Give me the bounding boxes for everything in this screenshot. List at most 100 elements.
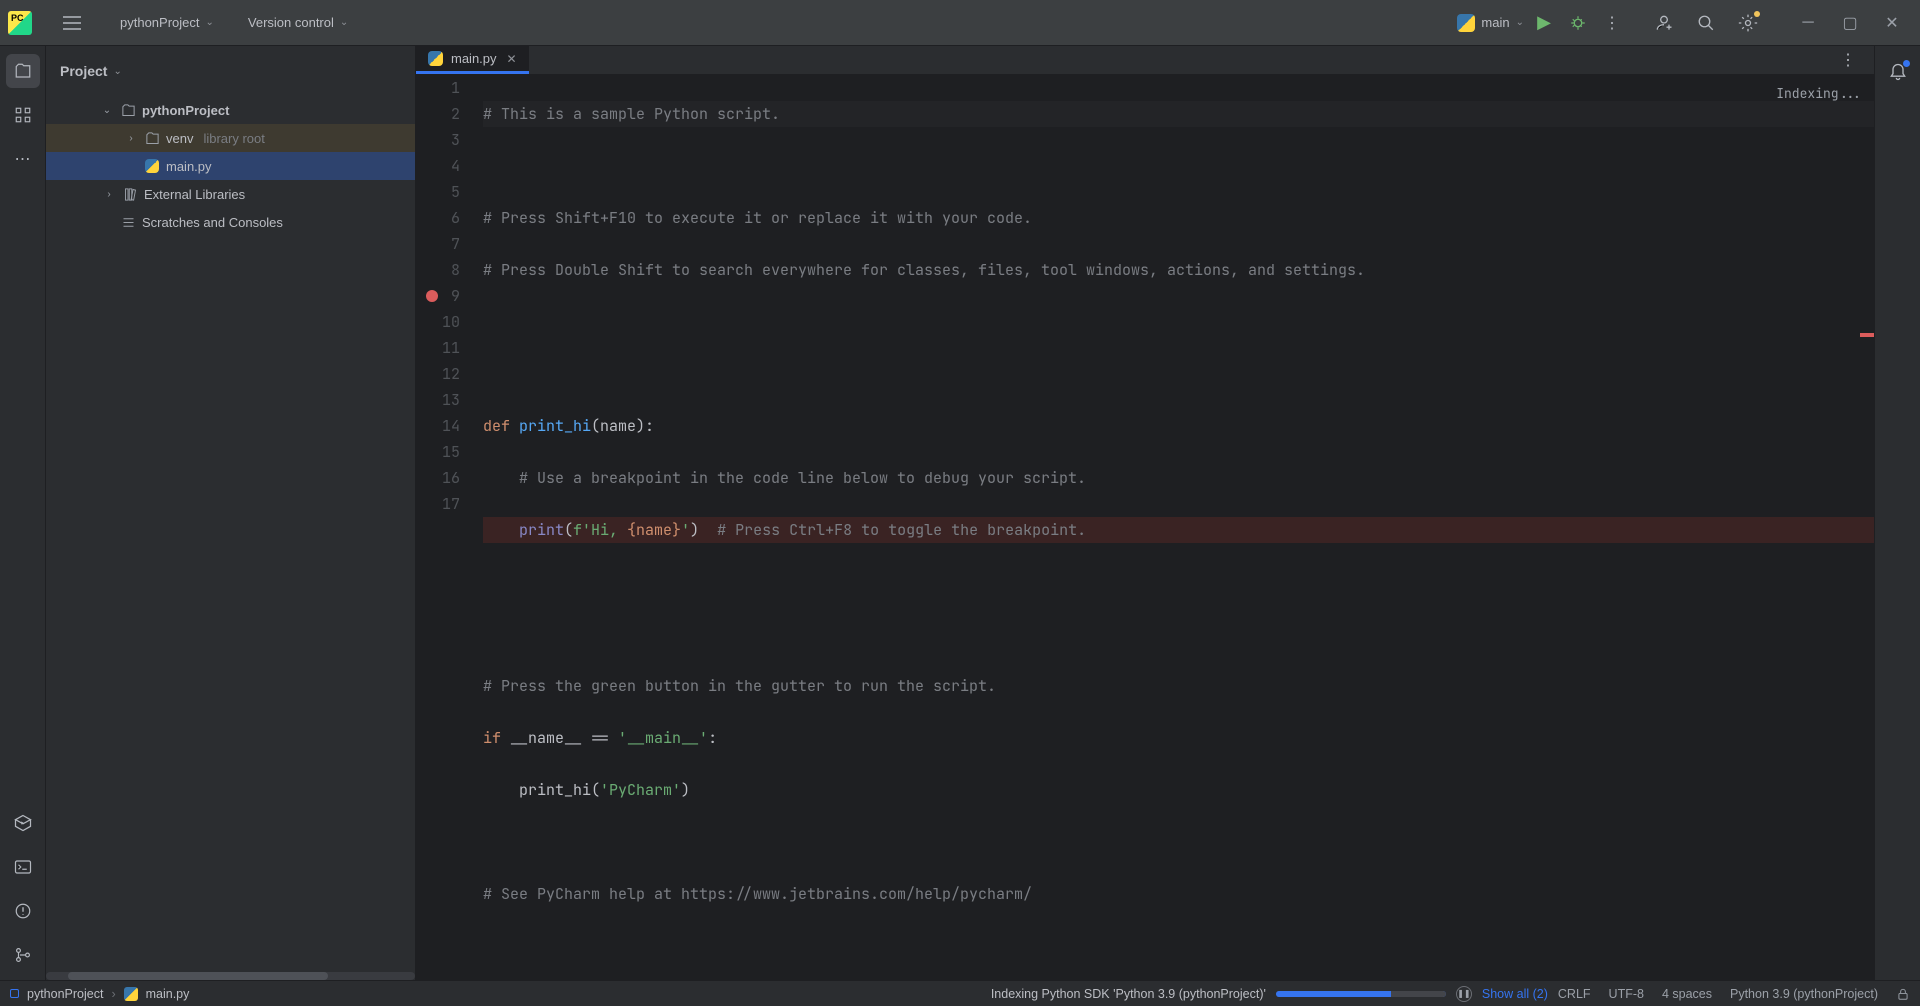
debug-button[interactable] xyxy=(1564,9,1592,37)
notifications-button[interactable] xyxy=(1888,62,1908,82)
editor-more-button[interactable]: ⋮ xyxy=(1834,46,1862,74)
status-interpreter[interactable]: Python 3.9 (pythonProject) xyxy=(1730,987,1878,1001)
tree-item-tag: library root xyxy=(203,131,264,146)
line-number[interactable]: 10 xyxy=(416,309,460,335)
module-icon xyxy=(10,989,19,998)
chevron-down-icon: ⌄ xyxy=(206,17,214,28)
line-number[interactable]: 3 xyxy=(416,127,460,153)
notification-dot-icon xyxy=(1903,60,1910,67)
run-button[interactable]: ▶ xyxy=(1530,9,1558,37)
tree-item-label: venv xyxy=(166,131,193,146)
nav-breadcrumb[interactable]: pythonProject › main.py xyxy=(10,987,189,1001)
more-run-options-button[interactable]: ⋮ xyxy=(1598,9,1626,37)
line-number[interactable]: 5 xyxy=(416,179,460,205)
left-tool-rail: ⋯ xyxy=(0,46,46,980)
tree-item-label: External Libraries xyxy=(144,187,245,202)
show-all-processes-link[interactable]: Show all (2) xyxy=(1482,987,1548,1001)
python-icon xyxy=(1457,14,1475,32)
breakpoint-icon[interactable] xyxy=(426,290,438,302)
notification-dot-icon xyxy=(1754,11,1760,17)
tree-external-libraries[interactable]: › External Libraries xyxy=(46,180,415,208)
editor-tab-label: main.py xyxy=(451,51,497,66)
line-number[interactable]: 12 xyxy=(416,361,460,387)
tree-main-file[interactable]: main.py xyxy=(46,152,415,180)
indexing-progress-bar xyxy=(1276,991,1446,997)
editor-tabs: main.py ✕ ⋮ xyxy=(416,46,1874,75)
project-panel: Project ⌄ ⌄ pythonProject › venv library… xyxy=(46,46,416,980)
more-tools-button[interactable]: ⋯ xyxy=(6,142,40,176)
folder-icon xyxy=(120,103,136,118)
structure-tool-button[interactable] xyxy=(6,98,40,132)
tree-item-label: pythonProject xyxy=(142,103,229,118)
settings-button[interactable] xyxy=(1734,9,1762,37)
chevron-down-icon: ⌄ xyxy=(340,17,348,28)
line-number[interactable]: 16 xyxy=(416,465,460,491)
project-tree[interactable]: ⌄ pythonProject › venv library root main… xyxy=(46,96,415,972)
run-config-selector[interactable]: main ⌄ xyxy=(1457,14,1524,32)
python-file-icon xyxy=(144,159,160,173)
status-line-separator[interactable]: CRLF xyxy=(1558,987,1591,1001)
breadcrumb-project[interactable]: pythonProject xyxy=(27,987,103,1001)
folder-icon xyxy=(144,131,160,146)
project-tool-button[interactable] xyxy=(6,54,40,88)
tree-item-label: main.py xyxy=(166,159,212,174)
version-control-dropdown[interactable]: Version control ⌄ xyxy=(238,11,358,34)
chevron-down-icon: ⌄ xyxy=(1516,17,1524,28)
run-config-name: main xyxy=(1481,15,1509,30)
right-tool-rail xyxy=(1874,46,1920,980)
line-number[interactable]: 15 xyxy=(416,439,460,465)
tree-scratches[interactable]: Scratches and Consoles xyxy=(46,208,415,236)
readonly-lock-icon[interactable] xyxy=(1896,987,1910,1001)
code-content[interactable]: # This is a sample Python script. # Pres… xyxy=(478,75,1874,980)
line-number[interactable]: 17 xyxy=(416,491,460,517)
line-number[interactable]: 6 xyxy=(416,205,460,231)
project-name: pythonProject xyxy=(120,15,200,30)
editor-area: main.py ✕ ⋮ Indexing... 1 2 3 4 5 6 7 8 … xyxy=(416,46,1874,980)
python-file-icon xyxy=(428,51,443,66)
line-number[interactable]: 4 xyxy=(416,153,460,179)
breadcrumb-file[interactable]: main.py xyxy=(146,987,190,1001)
editor-tab-main[interactable]: main.py ✕ xyxy=(416,46,529,74)
chevron-down-icon[interactable]: ⌄ xyxy=(113,66,121,77)
status-bar: pythonProject › main.py Indexing Python … xyxy=(0,980,1920,1006)
code-editor[interactable]: Indexing... 1 2 3 4 5 6 7 8 9 10 11 12 1… xyxy=(416,75,1874,980)
terminal-tool-button[interactable] xyxy=(6,850,40,884)
line-number[interactable]: 9 xyxy=(416,283,460,309)
maximize-window-button[interactable]: ▢ xyxy=(1830,9,1870,37)
pycharm-logo-icon xyxy=(8,11,32,35)
project-panel-title: Project xyxy=(60,63,107,79)
line-number[interactable]: 11 xyxy=(416,335,460,361)
python-file-icon xyxy=(124,987,138,1001)
expand-icon[interactable]: › xyxy=(102,189,116,200)
editor-gutter[interactable]: 1 2 3 4 5 6 7 8 9 10 11 12 13 14 15 16 1… xyxy=(416,75,478,980)
line-number[interactable]: 14 xyxy=(416,413,460,439)
minimize-window-button[interactable]: ─ xyxy=(1788,9,1828,37)
close-tab-button[interactable]: ✕ xyxy=(507,52,517,66)
vcs-label: Version control xyxy=(248,15,334,30)
vcs-tool-button[interactable] xyxy=(6,938,40,972)
status-encoding[interactable]: UTF-8 xyxy=(1609,987,1644,1001)
tree-venv-folder[interactable]: › venv library root xyxy=(46,124,415,152)
tree-project-root[interactable]: ⌄ pythonProject xyxy=(46,96,415,124)
search-button[interactable] xyxy=(1692,9,1720,37)
title-bar: pythonProject ⌄ Version control ⌄ main ⌄… xyxy=(0,0,1920,46)
problems-tool-button[interactable] xyxy=(6,894,40,928)
project-dropdown[interactable]: pythonProject ⌄ xyxy=(110,11,224,34)
code-with-me-button[interactable] xyxy=(1650,9,1678,37)
indexing-status-text: Indexing Python SDK 'Python 3.9 (pythonP… xyxy=(991,987,1266,1001)
scratches-icon xyxy=(120,215,136,230)
collapse-icon[interactable]: ⌄ xyxy=(100,105,114,116)
line-number[interactable]: 1 xyxy=(416,75,460,101)
main-menu-button[interactable] xyxy=(58,9,86,37)
horizontal-scrollbar[interactable] xyxy=(46,972,415,980)
line-number[interactable]: 13 xyxy=(416,387,460,413)
pause-indexing-button[interactable]: ❚❚ xyxy=(1456,986,1472,1002)
chevron-right-icon: › xyxy=(111,987,115,1001)
line-number[interactable]: 8 xyxy=(416,257,460,283)
line-number[interactable]: 2 xyxy=(416,101,460,127)
status-indent[interactable]: 4 spaces xyxy=(1662,987,1712,1001)
expand-icon[interactable]: › xyxy=(124,133,138,144)
line-number[interactable]: 7 xyxy=(416,231,460,257)
services-tool-button[interactable] xyxy=(6,806,40,840)
close-window-button[interactable]: ✕ xyxy=(1872,9,1912,37)
